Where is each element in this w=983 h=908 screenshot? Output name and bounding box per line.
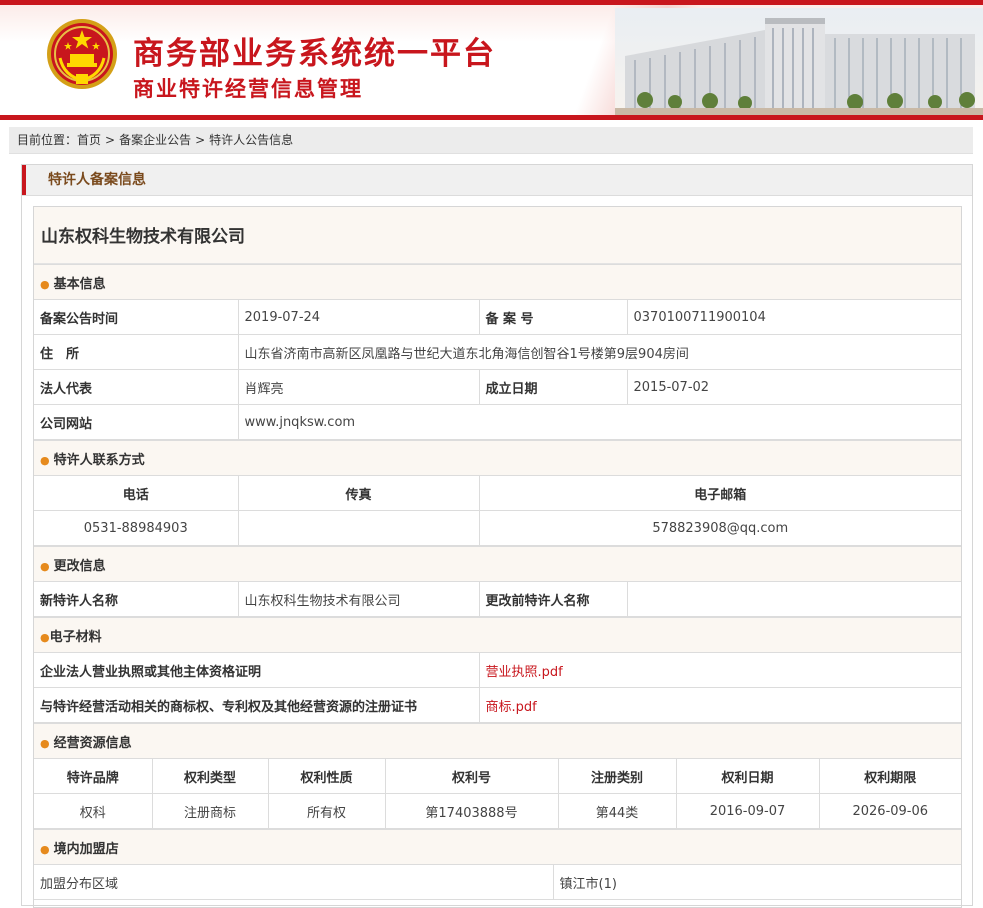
materials-table: ●电子材料 企业法人营业执照或其他主体资格证明 营业执照.pdf 与特许经营活动… <box>34 617 961 723</box>
section-title-basic: 基本信息 <box>53 276 106 292</box>
bullet-dot-icon: ● <box>40 559 50 573</box>
stores-table: ● 境内加盟店 加盟分布区域 镇江市(1) <box>34 829 961 900</box>
record-no-label: 备 案 号 <box>478 299 628 335</box>
col-header-brand: 特许品牌 <box>34 758 153 794</box>
trademark-doc-label: 与特许经营活动相关的商标权、专利权及其他经营资源的注册证书 <box>34 687 480 723</box>
trademark-pdf-link[interactable]: 商标.pdf <box>486 700 537 715</box>
col-header-reg-class: 注册类别 <box>557 758 677 794</box>
table-row: 权科 注册商标 所有权 第17403888号 第44类 2016-09-07 2… <box>34 793 962 829</box>
founded-date-value: 2015-07-02 <box>626 369 961 405</box>
region-value: 镇江市(1) <box>552 864 961 900</box>
section-title-resources: 经营资源信息 <box>53 735 132 751</box>
fax-value <box>237 510 480 546</box>
bullet-dot-icon: ● <box>40 736 50 750</box>
record-date-value: 2019-07-24 <box>237 299 480 335</box>
site-subtitle: 商业特许经营信息管理 <box>133 76 363 101</box>
website-label: 公司网站 <box>34 404 239 440</box>
ministry-building-image <box>615 8 983 116</box>
section-header-resources: ● 经营资源信息 <box>34 723 962 759</box>
section-title-contact: 特许人联系方式 <box>53 452 145 468</box>
email-column-header: 电子邮箱 <box>478 475 961 511</box>
email-value: 578823908@qq.com <box>478 510 961 546</box>
resources-table: ● 经营资源信息 特许品牌 权利类型 权利性质 权利号 注册类别 权利日期 权利期… <box>34 723 962 829</box>
franchisor-record-panel: 特许人备案信息 山东权科生物技术有限公司 ● 基本信息 备案公告时间 2019-0… <box>21 164 973 908</box>
address-value: 山东省济南市高新区凤凰路与世纪大道东北角海信创智谷1号楼第9层904房间 <box>237 334 961 370</box>
section-header-basic: ● 基本信息 <box>34 264 961 300</box>
col-header-right-date: 权利日期 <box>675 758 820 794</box>
bullet-dot-icon: ● <box>40 453 50 467</box>
cell-reg-class: 第44类 <box>557 793 677 829</box>
breadcrumb-current-page: 特许人公告信息 <box>209 133 294 147</box>
fax-column-header: 传真 <box>237 475 480 511</box>
new-name-value: 山东权科生物技术有限公司 <box>237 581 480 617</box>
license-doc-label: 企业法人营业执照或其他主体资格证明 <box>34 652 480 688</box>
record-no-value: 0370100711900104 <box>626 299 961 335</box>
old-name-label: 更改前特许人名称 <box>478 581 628 617</box>
phone-value: 0531-88984903 <box>34 510 239 546</box>
header-bottom-bar <box>0 115 983 120</box>
basic-info-table: ● 基本信息 备案公告时间 2019-07-24 备 案 号 0370100711… <box>34 264 961 440</box>
panel-title: 特许人备案信息 <box>48 172 146 188</box>
section-header-materials: ●电子材料 <box>34 617 961 653</box>
breadcrumb-separator: > <box>105 133 116 147</box>
panel-header: 特许人备案信息 <box>22 165 972 196</box>
section-title-stores: 境内加盟店 <box>53 841 119 857</box>
col-header-right-nature: 权利性质 <box>267 758 386 794</box>
old-name-value <box>626 581 961 617</box>
panel-header-accent <box>22 165 26 195</box>
breadcrumb-label: 目前位置： <box>17 133 78 147</box>
phone-column-header: 电话 <box>34 475 239 511</box>
section-title-materials: 电子材料 <box>49 629 102 645</box>
cell-right-type: 注册商标 <box>151 793 269 829</box>
section-header-change: ● 更改信息 <box>34 546 961 582</box>
address-label: 住 所 <box>34 334 239 370</box>
cell-right-nature: 所有权 <box>267 793 386 829</box>
col-header-right-type: 权利类型 <box>151 758 269 794</box>
section-title-change: 更改信息 <box>53 558 106 574</box>
change-info-table: ● 更改信息 新特许人名称 山东权科生物技术有限公司 更改前特许人名称 <box>34 546 961 617</box>
contact-table: ● 特许人联系方式 电话 传真 电子邮箱 0531-88984903 578823… <box>34 440 961 546</box>
website-value: www.jnqksw.com <box>237 404 961 440</box>
header-top-bar <box>0 0 983 5</box>
record-date-label: 备案公告时间 <box>34 299 239 335</box>
cell-brand: 权科 <box>34 793 153 829</box>
cell-right-date: 2016-09-07 <box>675 793 820 829</box>
section-header-stores: ● 境内加盟店 <box>34 829 961 865</box>
legal-rep-label: 法人代表 <box>34 369 239 405</box>
cell-right-no: 第17403888号 <box>384 793 559 829</box>
company-name: 山东权科生物技术有限公司 <box>34 207 961 264</box>
national-emblem-icon <box>47 19 117 89</box>
breadcrumb-filing-announce-link[interactable]: 备案企业公告 <box>119 133 191 147</box>
founded-date-label: 成立日期 <box>478 369 628 405</box>
record-detail-box: 山东权科生物技术有限公司 ● 基本信息 备案公告时间 2019-07-24 备 案… <box>33 206 962 908</box>
col-header-right-term: 权利期限 <box>818 758 962 794</box>
bullet-dot-icon: ● <box>40 630 50 644</box>
breadcrumb-home-link[interactable]: 首页 <box>77 133 101 147</box>
section-header-contact: ● 特许人联系方式 <box>34 440 961 476</box>
col-header-right-no: 权利号 <box>384 758 559 794</box>
breadcrumb-separator: > <box>195 133 206 147</box>
region-label: 加盟分布区域 <box>34 864 554 900</box>
cell-right-term: 2026-09-06 <box>818 793 962 829</box>
legal-rep-value: 肖辉亮 <box>237 369 480 405</box>
site-header: 商务部业务系统统一平台 商业特许经营信息管理 <box>0 0 983 120</box>
new-name-label: 新特许人名称 <box>34 581 239 617</box>
bullet-dot-icon: ● <box>40 277 50 291</box>
breadcrumb: 目前位置：首页 > 备案企业公告 > 特许人公告信息 <box>9 127 973 154</box>
bullet-dot-icon: ● <box>40 842 50 856</box>
license-pdf-link[interactable]: 营业执照.pdf <box>486 665 563 680</box>
site-title: 商务部业务系统统一平台 <box>133 36 496 72</box>
